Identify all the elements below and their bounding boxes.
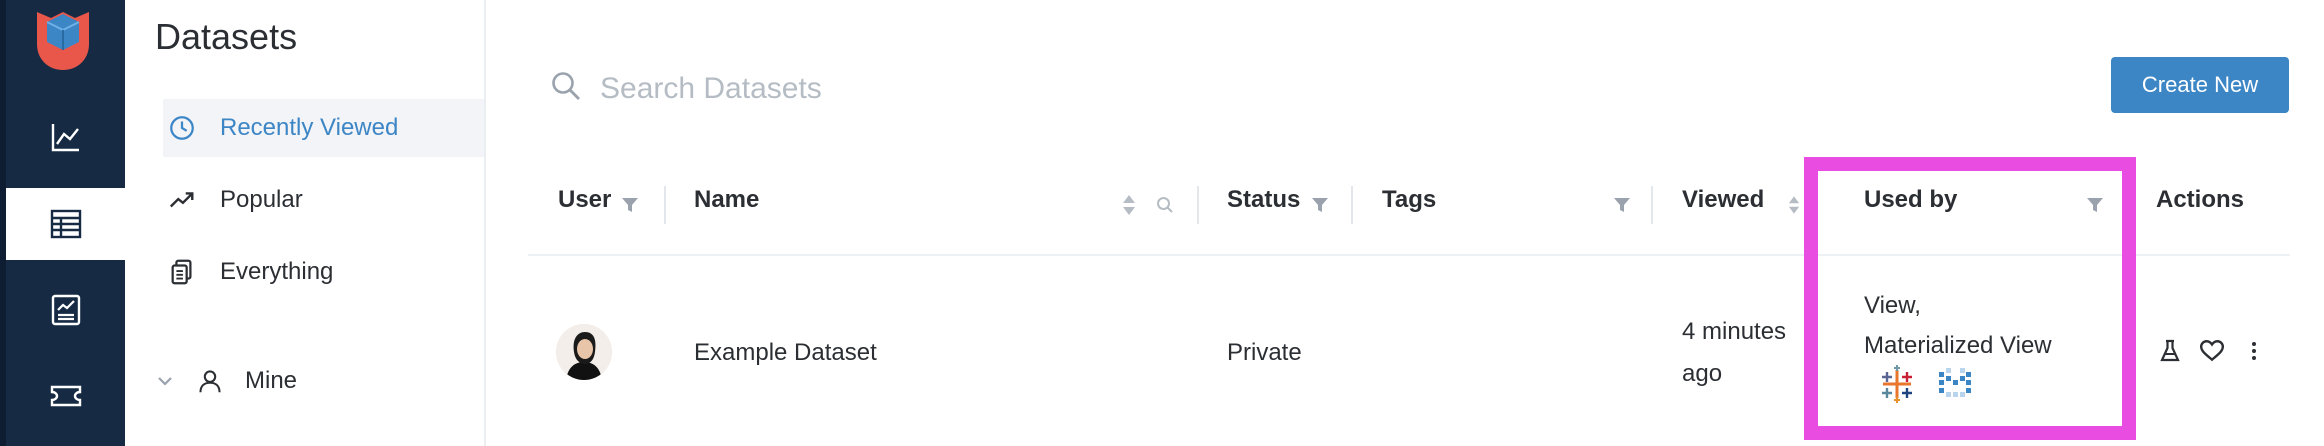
- column-divider: [1351, 186, 1353, 224]
- more-vertical-icon[interactable]: [2240, 337, 2268, 365]
- app-window: Datasets Recently Viewed Popular Everyth…: [0, 0, 2324, 446]
- sort-icon[interactable]: [1788, 194, 1800, 221]
- column-header-name[interactable]: Name: [694, 186, 759, 214]
- column-header-user[interactable]: User: [558, 186, 611, 214]
- sidebar-group-label: Mine: [245, 367, 298, 394]
- viewed-line: 4 minutes: [1682, 318, 1787, 345]
- create-new-button[interactable]: Create New: [2111, 57, 2289, 113]
- column-divider: [664, 186, 666, 224]
- user-icon: [195, 366, 225, 396]
- search-bar[interactable]: [550, 70, 1200, 107]
- column-header-actions: Actions: [2156, 186, 2245, 213]
- report-icon: [51, 294, 80, 326]
- analytics-icon: [51, 124, 79, 152]
- viewed-line: ago: [1682, 360, 1723, 387]
- table-icon: [50, 209, 81, 239]
- sidebar-item-recently-viewed[interactable]: Recently Viewed: [167, 100, 398, 156]
- sidebar-item-label: Recently Viewed: [220, 114, 399, 141]
- sidebar-item-label: Popular: [220, 186, 303, 213]
- clock-icon: [167, 113, 197, 143]
- sidebar-item-popular[interactable]: Popular: [167, 172, 303, 228]
- rail-datasets[interactable]: [6, 188, 125, 260]
- dataset-name[interactable]: Example Dataset: [694, 339, 877, 367]
- search-column-icon[interactable]: [1156, 196, 1174, 219]
- sidebar-item-label: Everything: [220, 258, 334, 285]
- rail-reports[interactable]: [6, 274, 125, 346]
- rail-analytics[interactable]: [6, 101, 125, 173]
- column-divider: [1197, 186, 1199, 224]
- ticket-icon: [50, 385, 81, 407]
- column-divider: [1651, 186, 1653, 224]
- rail-tickets[interactable]: [6, 360, 125, 432]
- search-icon: [550, 70, 600, 107]
- viewed-time: 4 minutes ago: [1682, 318, 1786, 388]
- sidebar-group-mine[interactable]: Mine: [155, 353, 297, 409]
- copy-icon: [167, 257, 197, 287]
- sidebar-title: Datasets: [155, 16, 298, 57]
- filter-icon[interactable]: [621, 196, 639, 219]
- filter-icon[interactable]: [1311, 196, 1329, 219]
- column-header-tags[interactable]: Tags: [1382, 186, 1436, 214]
- trend-icon: [167, 185, 197, 215]
- filter-icon[interactable]: [1613, 196, 1631, 219]
- left-rail: [0, 0, 125, 446]
- chevron-down-icon: [155, 371, 177, 391]
- column-header-status[interactable]: Status: [1227, 186, 1300, 214]
- sidebar-item-everything[interactable]: Everything: [167, 244, 333, 300]
- column-header-viewed[interactable]: Viewed: [1682, 186, 1764, 214]
- annotation-highlight-box: [1804, 157, 2136, 440]
- heart-icon[interactable]: [2198, 337, 2226, 365]
- avatar[interactable]: [556, 324, 612, 380]
- search-input[interactable]: [600, 71, 1200, 106]
- row-actions: [2156, 337, 2268, 365]
- app-logo-icon[interactable]: [33, 8, 93, 72]
- flask-icon[interactable]: [2156, 337, 2184, 365]
- sort-icon[interactable]: [1122, 194, 1136, 221]
- status-badge: Private: [1227, 339, 1302, 366]
